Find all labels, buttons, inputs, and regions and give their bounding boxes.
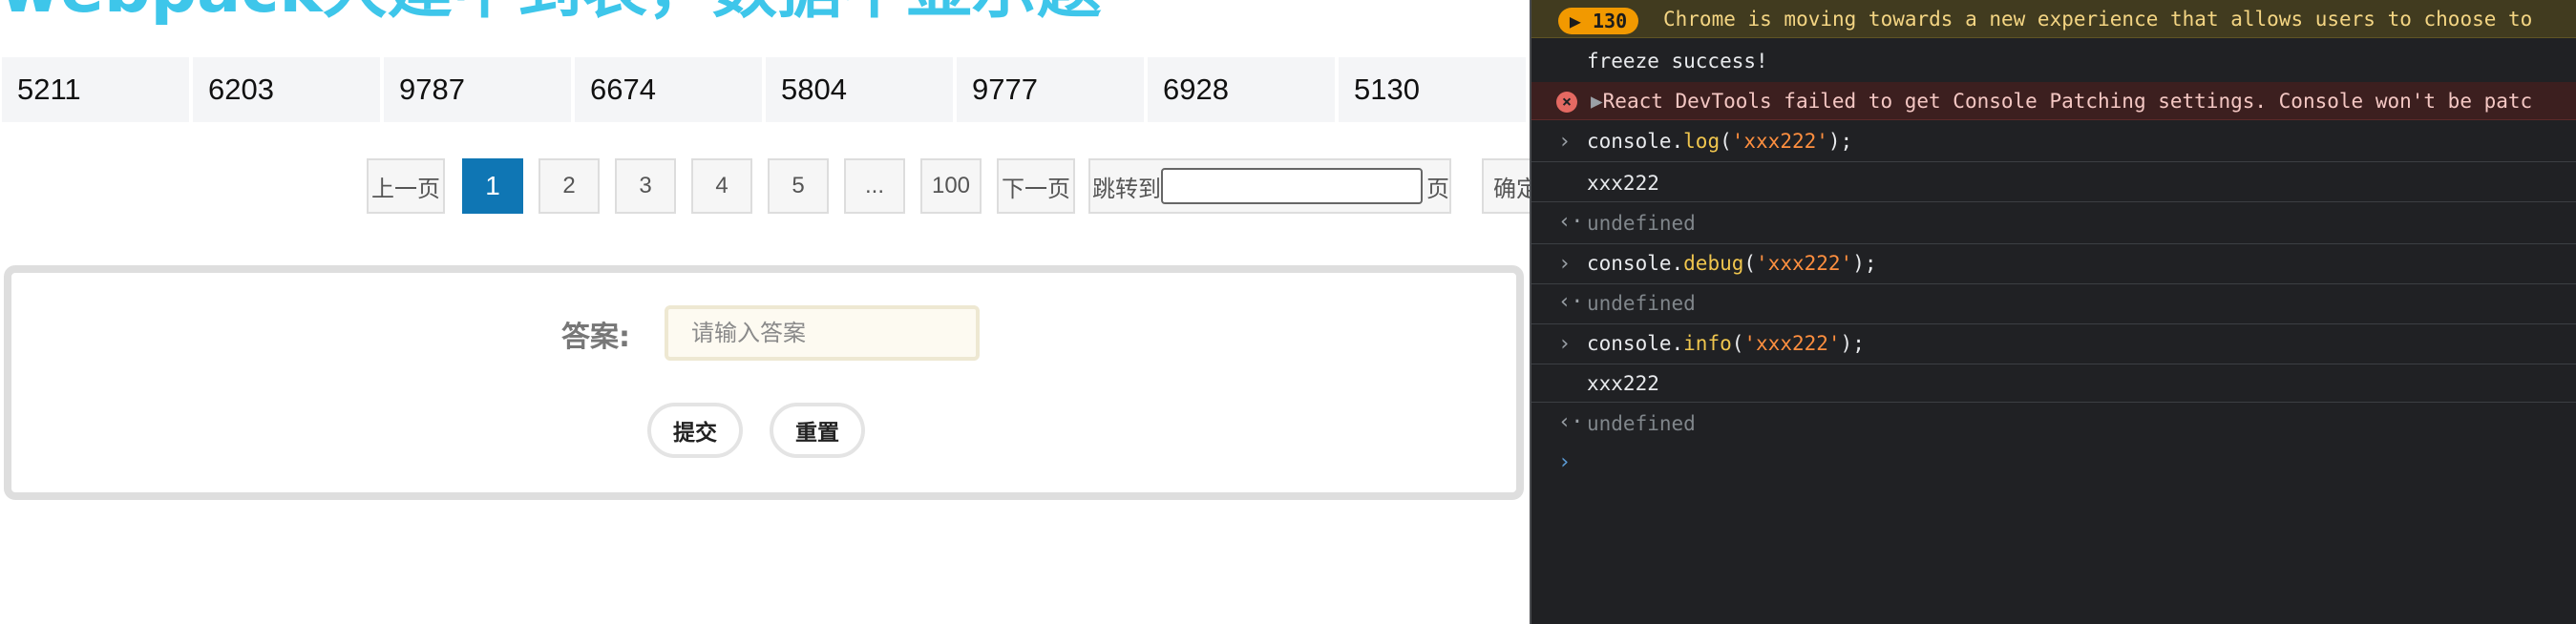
return-arrow-icon: ‹· (1558, 210, 1584, 234)
page-ellipsis: ... (844, 158, 905, 214)
number-row: 5211 6203 9787 6674 5804 9777 6928 5130 (2, 57, 1530, 122)
answer-label: 答案: (561, 321, 630, 354)
number-cell: 5804 (766, 57, 953, 122)
console-command: console.info('xxx222'); (1587, 332, 1865, 355)
output-text: xxx222 (1587, 372, 1659, 395)
return-arrow-icon: ‹· (1558, 410, 1584, 434)
devtools-console: ▶ 130 Chrome is moving towards a new exp… (1530, 0, 2576, 624)
page-2-button[interactable]: 2 (538, 158, 600, 214)
page-1-button[interactable]: 1 (462, 158, 523, 214)
console-error-row[interactable]: × ▶React DevTools failed to get Console … (1531, 82, 2576, 120)
console-output-row: xxx222 (1531, 164, 2576, 202)
warning-count-badge[interactable]: ▶ 130 (1558, 8, 1638, 34)
console-command: console.debug('xxx222'); (1587, 252, 1877, 275)
console-input-row: › console.log('xxx222'); (1531, 122, 2576, 162)
warning-count: 130 (1592, 10, 1628, 32)
jump-page-input[interactable] (1161, 168, 1423, 204)
answer-input[interactable] (665, 305, 980, 361)
page-3-button[interactable]: 3 (615, 158, 676, 214)
console-input-row: › console.info('xxx222'); (1531, 324, 2576, 364)
confirm-jump-button[interactable]: 确定 (1482, 158, 1530, 214)
page-100-button[interactable]: 100 (920, 158, 982, 214)
input-chevron-icon: › (1558, 332, 1572, 356)
error-icon: × (1556, 92, 1577, 113)
console-warning-row[interactable]: ▶ 130 Chrome is moving towards a new exp… (1531, 0, 2576, 38)
submit-button[interactable]: 提交 (647, 403, 743, 458)
log-message: freeze success! (1587, 50, 1768, 73)
console-command: console.log('xxx222'); (1587, 130, 1853, 153)
console-output-row: xxx222 (1531, 364, 2576, 403)
number-cell: 6203 (193, 57, 380, 122)
screen: webpack大建中到表，数据不显示题 5211 6203 9787 6674 … (0, 0, 2576, 624)
prev-page-button[interactable]: 上一页 (367, 158, 445, 214)
number-cell: 9787 (384, 57, 571, 122)
return-value: undefined (1587, 292, 1696, 315)
input-chevron-icon: › (1558, 130, 1572, 154)
console-input-row: › console.debug('xxx222'); (1531, 244, 2576, 284)
reset-button[interactable]: 重置 (770, 403, 865, 458)
return-value: undefined (1587, 212, 1696, 235)
page-heading: webpack大建中到表，数据不显示题 (0, 0, 1102, 23)
answer-form: 答案: 提交 重置 (4, 265, 1524, 500)
output-text: xxx222 (1587, 172, 1659, 195)
page-4-button[interactable]: 4 (691, 158, 752, 214)
expand-triangle-icon[interactable]: ▶ (1591, 90, 1603, 113)
jump-to-page: 跳转到 页 (1088, 158, 1451, 214)
error-message: React DevTools failed to get Console Pat… (1602, 90, 2533, 113)
next-page-button[interactable]: 下一页 (997, 158, 1075, 214)
number-cell: 5211 (2, 57, 189, 122)
console-return-row: ‹· undefined (1531, 204, 2576, 244)
web-page: webpack大建中到表，数据不显示题 5211 6203 9787 6674 … (0, 0, 1530, 624)
number-cell: 6928 (1148, 57, 1335, 122)
input-chevron-icon: › (1558, 252, 1572, 276)
console-return-row: ‹· undefined (1531, 284, 2576, 324)
console-log-row: freeze success! (1531, 42, 2576, 80)
return-arrow-icon: ‹· (1558, 290, 1584, 314)
prompt-chevron-icon: › (1558, 450, 1572, 474)
expand-triangle-icon: ▶ (1569, 10, 1593, 32)
number-cell: 9777 (957, 57, 1144, 122)
console-prompt[interactable]: › (1531, 447, 2576, 487)
number-cell: 5130 (1339, 57, 1526, 122)
jump-label: 跳转到 (1092, 175, 1161, 202)
jump-suffix: 页 (1426, 175, 1449, 202)
console-return-row: ‹· undefined (1531, 405, 2576, 445)
page-5-button[interactable]: 5 (768, 158, 829, 214)
warning-message: Chrome is moving towards a new experienc… (1663, 8, 2533, 31)
number-cell: 6674 (575, 57, 762, 122)
return-value: undefined (1587, 412, 1696, 435)
